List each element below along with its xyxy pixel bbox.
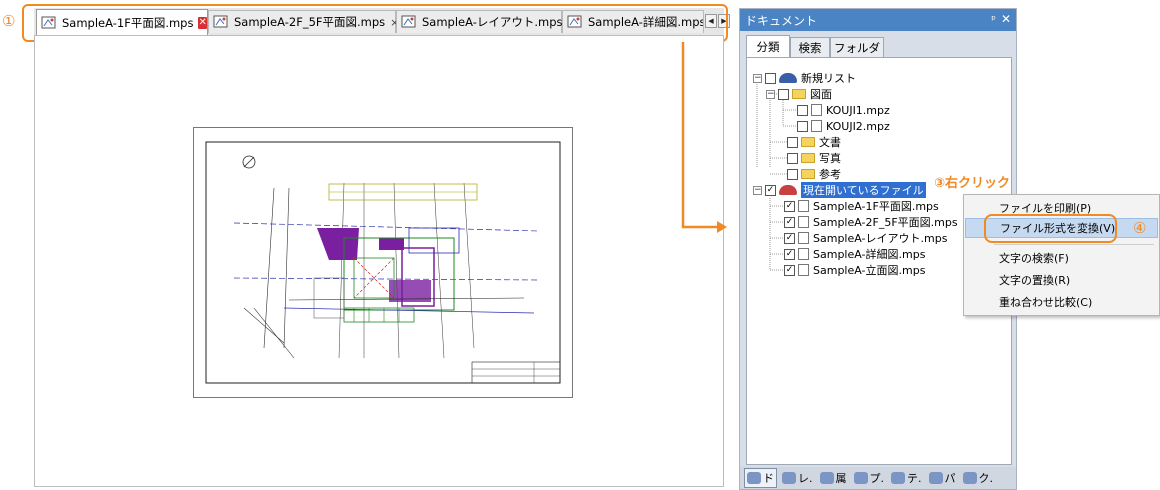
- tree-node-photos[interactable]: 写真: [787, 150, 841, 166]
- file-icon: [798, 248, 809, 260]
- bottom-tab-label: 属: [835, 472, 847, 485]
- file-icon: [798, 216, 809, 228]
- checkbox[interactable]: [787, 136, 798, 148]
- folder-icon: [801, 153, 815, 163]
- checkbox[interactable]: ✓: [784, 264, 795, 276]
- tree-label: SampleA-レイアウト.mps: [813, 232, 948, 245]
- tree-label: SampleA-2F_5F平面図.mps: [813, 216, 958, 229]
- folder-icon: [801, 137, 815, 147]
- checkbox[interactable]: ✓: [784, 248, 795, 260]
- layer-icon: [782, 472, 796, 484]
- attribute-icon: [819, 472, 834, 484]
- drawing-sheet: [193, 127, 573, 398]
- menu-item-replace-text[interactable]: 文字の置換(R): [965, 270, 1158, 290]
- bottom-tab-text[interactable]: テ.: [889, 469, 924, 487]
- tree-label-selected: 現在開いているファイル: [801, 182, 926, 198]
- bottom-tab-layer[interactable]: レ.: [780, 469, 815, 487]
- folder-icon: [792, 89, 806, 99]
- bottom-tab-document[interactable]: ド: [744, 468, 777, 488]
- menu-separator: [994, 244, 1154, 245]
- tree-label: 新規リスト: [801, 72, 856, 85]
- folder-icon: [801, 169, 815, 179]
- callout-box-convert: [984, 214, 1117, 243]
- tree-node-new-list[interactable]: − 新規リスト: [753, 70, 856, 86]
- bottom-tab-attribute[interactable]: 属: [818, 469, 849, 487]
- bottom-tab-label: パ: [944, 472, 956, 485]
- marker-four: ④: [1133, 219, 1147, 237]
- tree-node-open-file[interactable]: ✓ SampleA-立面図.mps: [784, 262, 925, 278]
- tree-node-drawings[interactable]: − 図面: [766, 86, 832, 102]
- bottom-tab-label: レ.: [798, 472, 813, 485]
- collapse-icon[interactable]: −: [753, 73, 762, 83]
- tab-search[interactable]: 検索: [790, 37, 830, 57]
- checkbox[interactable]: [778, 88, 789, 100]
- document-panel-header: ドキュメント ᵖ ✕: [740, 9, 1016, 31]
- document-icon: [747, 472, 761, 484]
- list-icon: [779, 73, 797, 83]
- property-icon: [853, 472, 868, 484]
- marker-three: ③右クリック: [934, 176, 1011, 191]
- menu-item-find-text[interactable]: 文字の検索(F): [965, 248, 1158, 268]
- tree-node-file[interactable]: KOUJI2.mpz: [797, 118, 890, 134]
- bottom-tab-label: テ.: [907, 472, 922, 485]
- bottom-tab-label: ク.: [978, 472, 994, 485]
- menu-item-overlay-compare[interactable]: 重ね合わせ比較(C): [965, 292, 1158, 312]
- callout-arrow: [681, 42, 727, 233]
- tree-node-open-file[interactable]: ✓ SampleA-2F_5F平面図.mps: [784, 214, 958, 230]
- tree-node-open-files[interactable]: − ✓ 現在開いているファイル: [753, 182, 926, 198]
- bottom-tab-label: ド: [763, 472, 774, 485]
- checkbox[interactable]: ✓: [784, 216, 795, 228]
- tree-node-file[interactable]: KOUJI1.mpz: [797, 102, 890, 118]
- tree-label: 参考: [819, 168, 841, 181]
- tree-label: 写真: [819, 152, 841, 165]
- tab-folder[interactable]: フォルダ: [830, 37, 884, 57]
- tree-label: SampleA-立面図.mps: [813, 264, 926, 277]
- checkbox[interactable]: ✓: [784, 232, 795, 244]
- tree-label: SampleA-1F平面図.mps: [813, 200, 939, 213]
- file-icon: [811, 104, 822, 116]
- checkbox[interactable]: [787, 168, 798, 180]
- tree-node-documents[interactable]: 文書: [787, 134, 841, 150]
- tree-node-open-file[interactable]: ✓ SampleA-詳細図.mps: [784, 246, 925, 262]
- floor-plan-drawing: [205, 141, 561, 384]
- document-panel-title: ドキュメント: [745, 13, 818, 28]
- clip-icon: [962, 472, 977, 484]
- collapse-icon[interactable]: −: [753, 185, 762, 195]
- checkbox[interactable]: ✓: [784, 200, 795, 212]
- open-files-icon: [779, 185, 797, 195]
- bottom-tab-parts[interactable]: パ: [927, 469, 958, 487]
- tree-node-reference[interactable]: 参考: [787, 166, 841, 182]
- checkbox[interactable]: [787, 152, 798, 164]
- tree-label: 図面: [810, 88, 832, 101]
- collapse-icon[interactable]: −: [766, 89, 775, 99]
- checkbox[interactable]: [765, 72, 776, 84]
- text-icon: [891, 472, 905, 484]
- file-icon: [798, 264, 809, 276]
- tree-node-open-file[interactable]: ✓ SampleA-レイアウト.mps: [784, 230, 947, 246]
- tree-node-open-file[interactable]: ✓ SampleA-1F平面図.mps: [784, 198, 939, 214]
- pin-icon[interactable]: ᵖ: [991, 13, 996, 26]
- marker-one: ①: [2, 12, 16, 30]
- panel-bottom-toolbar: ド レ. 属 プ. テ. パ ク.: [740, 467, 1016, 489]
- bottom-tab-property[interactable]: プ.: [852, 469, 887, 487]
- bottom-tab-clip[interactable]: ク.: [961, 469, 996, 487]
- tree-label: KOUJI1.mpz: [826, 103, 890, 117]
- panel-close-icon[interactable]: ✕: [1001, 12, 1011, 26]
- tree-label: SampleA-詳細図.mps: [813, 248, 926, 261]
- file-icon: [798, 232, 809, 244]
- checkbox[interactable]: [797, 120, 808, 132]
- checkbox[interactable]: ✓: [765, 184, 776, 196]
- parts-icon: [928, 472, 943, 484]
- checkbox[interactable]: [797, 104, 808, 116]
- tree-label: KOUJI2.mpz: [826, 119, 890, 133]
- bottom-tab-label: プ.: [869, 472, 885, 485]
- tree-label: 文書: [819, 136, 841, 149]
- context-menu: ファイルを印刷(P) ファイル形式を変換(V) 文字の検索(F) 文字の置換(R…: [963, 194, 1160, 316]
- tab-category[interactable]: 分類: [746, 35, 790, 58]
- file-icon: [811, 120, 822, 132]
- file-icon: [798, 200, 809, 212]
